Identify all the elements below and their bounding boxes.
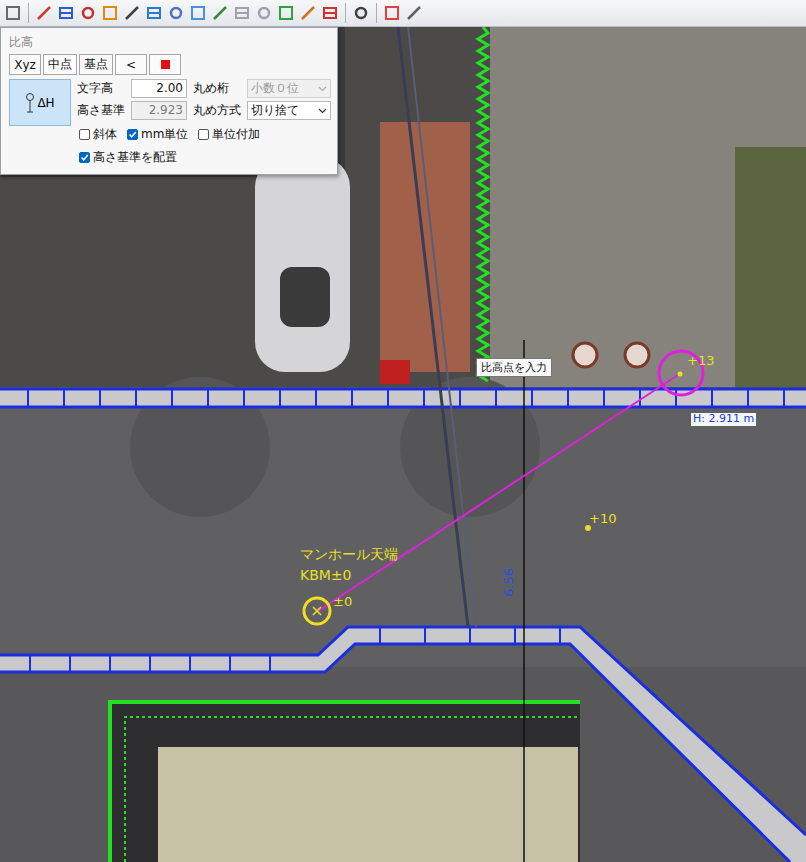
tool-icon[interactable] (79, 4, 97, 22)
tool-icon[interactable] (123, 4, 141, 22)
tool-icon[interactable] (4, 4, 22, 22)
tool-icon[interactable] (277, 4, 295, 22)
note-label: KBM±0 (300, 567, 352, 583)
field-label: 文字高 (77, 80, 125, 97)
checkbox-row: 高さ基準を配置 (9, 146, 331, 166)
dropdown[interactable]: 切り捨て (247, 101, 331, 120)
stop-button[interactable] (149, 54, 181, 75)
tool-icon[interactable] (321, 4, 339, 22)
chevron-icon (318, 108, 327, 114)
tooltip: 比高点を入力 (476, 358, 552, 377)
tool-icon[interactable] (189, 4, 207, 22)
tool-icon[interactable] (167, 4, 185, 22)
mode-button[interactable]: 中点 (43, 54, 77, 75)
toolbar-separator (345, 3, 346, 23)
field-label: 丸め方式 (193, 102, 241, 119)
check-icon (80, 153, 89, 162)
number-input: 2.923 (131, 101, 187, 120)
cad-window: +13 H: 2.911 m +10 マンホール天端 KBM±0 ±0 6.56 比高点を入力… (0, 0, 806, 862)
checkbox[interactable]: 斜体 (79, 126, 117, 143)
field-label: 丸め桁 (193, 80, 241, 97)
note-label: マンホール天端 (300, 546, 398, 562)
toolbar-separator (376, 3, 377, 23)
tool-icon[interactable] (299, 4, 317, 22)
point-label: +13 (687, 354, 714, 369)
chevron-icon (318, 86, 327, 92)
pin-icon (25, 90, 35, 116)
checkbox-row: 斜体 mm単位単位付加 (9, 123, 331, 143)
checkbox[interactable]: 高さ基準を配置 (79, 149, 177, 166)
checkbox-box[interactable] (79, 129, 90, 140)
dimension-label: 6.56 (502, 568, 517, 597)
panel-title: 比高 (9, 34, 331, 50)
point-label: ±0 (333, 595, 352, 610)
toolbar-separator (28, 3, 29, 23)
checkbox[interactable]: mm単位 (127, 126, 188, 143)
stop-icon (161, 60, 170, 69)
mode-button[interactable]: Xyz (9, 54, 41, 75)
toolbar (0, 0, 806, 27)
dropdown: 小数０位 (247, 79, 331, 98)
tool-icon[interactable] (35, 4, 53, 22)
mode-button[interactable]: 基点 (79, 54, 113, 75)
mode-buttons: Xyz中点基点< (9, 54, 331, 75)
elevation-tool-button[interactable]: ΔH (9, 79, 71, 126)
checkbox-box[interactable] (198, 129, 209, 140)
number-input[interactable]: 2.00 (131, 79, 187, 98)
tool-icon[interactable] (352, 4, 370, 22)
elevation-panel: 比高 Xyz中点基点< ΔH 文字高 2.00 丸め桁小数０位高さ基準 2.923 丸め方式切… (0, 27, 338, 175)
checkbox-box[interactable] (79, 152, 90, 163)
tool-icon[interactable] (101, 4, 119, 22)
settings-grid: 文字高 2.00 丸め桁小数０位高さ基準 2.923 丸め方式切り捨て (77, 79, 331, 120)
tool-icon[interactable] (383, 4, 401, 22)
field-label: 高さ基準 (77, 102, 125, 119)
mode-button[interactable]: < (115, 54, 147, 75)
tool-icon[interactable] (255, 4, 273, 22)
value-label: H: 2.911 m (691, 413, 756, 426)
tool-icon[interactable] (233, 4, 251, 22)
point-label: +10 (589, 512, 616, 527)
tool-icon[interactable] (145, 4, 163, 22)
tool-icon[interactable] (57, 4, 75, 22)
checkbox-box[interactable] (127, 129, 138, 140)
check-icon (128, 130, 137, 139)
checkbox[interactable]: 単位付加 (198, 126, 260, 143)
tool-icon[interactable] (211, 4, 229, 22)
tool-icon[interactable] (405, 4, 423, 22)
